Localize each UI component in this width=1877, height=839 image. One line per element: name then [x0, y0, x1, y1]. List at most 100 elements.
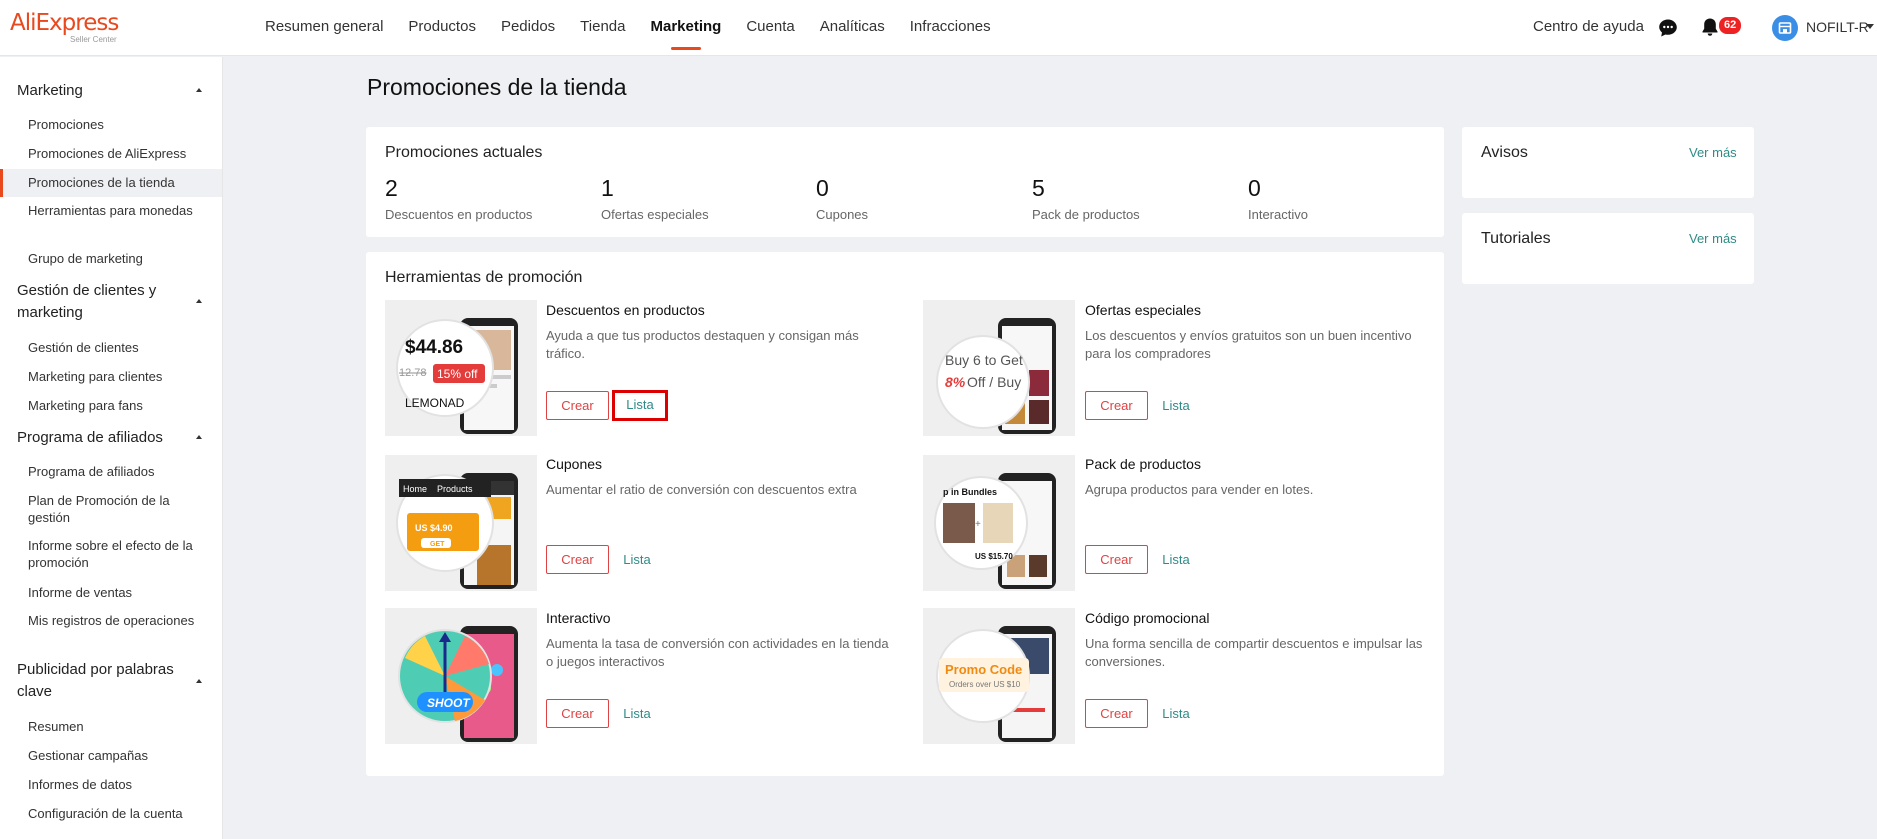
- stat-value: 0: [1248, 175, 1261, 201]
- tool-title-interactivo: Interactivo: [546, 610, 611, 626]
- tutorials-see-more-link[interactable]: Ver más: [1689, 231, 1737, 246]
- nav-tienda[interactable]: Tienda: [580, 0, 625, 56]
- sidebar-item-marketing-clientes[interactable]: Marketing para clientes: [28, 368, 198, 385]
- stat-label: Cupones: [816, 207, 869, 222]
- sidebar-item-configuracion-cuenta[interactable]: Configuración de la cuenta: [28, 805, 198, 822]
- list-interactivo-button[interactable]: Lista: [609, 699, 665, 728]
- list-ofertas-button[interactable]: Lista: [1148, 391, 1204, 420]
- sidebar-item-informe-efecto[interactable]: Informe sobre el efecto de la promoción: [28, 537, 198, 571]
- discount-percent-text: 15% off: [437, 367, 478, 381]
- logo-subtitle: Seller Center: [70, 35, 117, 44]
- tool-title-pack: Pack de productos: [1085, 456, 1201, 472]
- stat-label: Interactivo: [1248, 207, 1308, 222]
- offer-percent-text: 8%: [945, 374, 966, 390]
- list-pack-button[interactable]: Lista: [1148, 545, 1204, 574]
- collapse-caret-icon[interactable]: [196, 88, 202, 92]
- tool-title-descuentos: Descuentos en productos: [546, 302, 705, 318]
- create-cupones-button[interactable]: Crear: [546, 545, 609, 574]
- stat-value: 0: [816, 175, 829, 201]
- stat-value: 5: [1032, 175, 1045, 201]
- nav-marketing[interactable]: Marketing: [650, 0, 721, 56]
- sidebar: Marketing Promociones Promociones de Ali…: [0, 57, 223, 839]
- list-codigo-button[interactable]: Lista: [1148, 699, 1204, 728]
- store-avatar[interactable]: [1772, 15, 1798, 41]
- list-descuentos-button[interactable]: Lista: [612, 390, 668, 421]
- stat-label: Ofertas especiales: [601, 207, 709, 222]
- create-pack-button[interactable]: Crear: [1085, 545, 1148, 574]
- bundle-image: p in Bundles + US $15.70: [923, 455, 1075, 591]
- discount-price-text: $44.86: [405, 337, 463, 358]
- collapse-caret-icon[interactable]: [196, 299, 202, 303]
- sidebar-item-gestion-clientes[interactable]: Gestión de clientes: [28, 339, 198, 356]
- stat-label: Pack de productos: [1032, 207, 1140, 222]
- coupon-products-text: Products: [437, 484, 473, 494]
- interactive-image: SHOOT: [385, 608, 537, 744]
- coupons-image: Home Products US $4.90 GET: [385, 455, 537, 591]
- collapse-caret-icon[interactable]: [196, 679, 202, 683]
- notices-see-more-link[interactable]: Ver más: [1689, 145, 1737, 160]
- tool-desc-codigo: Una forma sencilla de compartir descuent…: [1085, 636, 1423, 669]
- tool-title-cupones: Cupones: [546, 456, 603, 472]
- sidebar-item-gestionar-campanas[interactable]: Gestionar campañas: [28, 747, 198, 764]
- discount-product-text: LEMONAD: [405, 396, 465, 410]
- sidebar-item-grupo-marketing[interactable]: Grupo de marketing: [28, 250, 198, 267]
- svg-text:+: +: [975, 519, 981, 530]
- promo-code-text: Promo Code: [945, 662, 1022, 677]
- sidebar-item-plan-promocion[interactable]: Plan de Promoción de la gestión: [28, 492, 198, 526]
- store-icon: [1778, 22, 1792, 34]
- sidebar-section-gestion-clientes[interactable]: Gestión de clientes y marketing: [17, 280, 187, 324]
- sidebar-section-marketing[interactable]: Marketing: [17, 80, 187, 102]
- nav-analiticas[interactable]: Analíticas: [820, 0, 885, 56]
- sidebar-item-informes-datos[interactable]: Informes de datos: [28, 776, 198, 793]
- notices-title: Avisos: [1481, 144, 1528, 161]
- sidebar-item-programa-afiliados[interactable]: Programa de afiliados: [28, 463, 198, 480]
- nav-pedidos[interactable]: Pedidos: [501, 0, 555, 56]
- collapse-caret-icon[interactable]: [196, 435, 202, 439]
- promo-code-image: Promo Code Orders over US $10: [923, 608, 1075, 744]
- notices-card: [1462, 127, 1754, 198]
- create-descuentos-button[interactable]: Crear: [546, 391, 609, 420]
- offer-off-text: Off / Buy: [967, 374, 1021, 390]
- bundle-price-text: US $15.70: [975, 552, 1013, 561]
- create-codigo-button[interactable]: Crear: [1085, 699, 1148, 728]
- notification-bell-icon[interactable]: [1699, 16, 1721, 38]
- nav-productos[interactable]: Productos: [408, 0, 476, 56]
- discount-promo-image: $44.86 12.78 15% off LEMONAD: [385, 300, 537, 436]
- create-ofertas-button[interactable]: Crear: [1085, 391, 1148, 420]
- sidebar-section-publicidad[interactable]: Publicidad por palabras clave: [17, 659, 187, 703]
- top-bar: AliExpress Seller Center Resumen general…: [0, 0, 1877, 56]
- logo-text: AliExpress: [10, 10, 119, 36]
- chevron-down-icon[interactable]: [1866, 24, 1874, 29]
- stat-label: Descuentos en productos: [385, 207, 533, 222]
- nav-resumen-general[interactable]: Resumen general: [265, 0, 383, 56]
- promotion-tools-title: Herramientas de promoción: [385, 269, 583, 286]
- sidebar-item-marketing-fans[interactable]: Marketing para fans: [28, 397, 198, 414]
- user-menu[interactable]: NOFILT-R: [1806, 0, 1869, 54]
- offer-buy-text: Buy 6 to Get: [945, 352, 1023, 368]
- sidebar-item-promociones-aliexpress[interactable]: Promociones de AliExpress: [28, 145, 198, 162]
- nav-infracciones[interactable]: Infracciones: [910, 0, 991, 56]
- tutorials-card: [1462, 213, 1754, 284]
- sidebar-item-promociones-tienda[interactable]: Promociones de la tienda: [0, 169, 222, 197]
- help-center-link[interactable]: Centro de ayuda: [1533, 0, 1644, 54]
- sidebar-section-afiliados[interactable]: Programa de afiliados: [17, 427, 187, 449]
- tutorials-title: Tutoriales: [1481, 230, 1551, 247]
- nav-cuenta[interactable]: Cuenta: [746, 0, 794, 56]
- sidebar-item-registros-operaciones[interactable]: Mis registros de operaciones: [28, 612, 198, 629]
- special-offers-image: Buy 6 to Get 8% Off / Buy: [923, 300, 1075, 436]
- create-interactivo-button[interactable]: Crear: [546, 699, 609, 728]
- sidebar-item-promociones[interactable]: Promociones: [28, 116, 198, 133]
- tool-desc-cupones: Aumentar el ratio de conversión con desc…: [546, 482, 857, 497]
- promo-code-condition-text: Orders over US $10: [949, 680, 1021, 689]
- sidebar-item-herramientas-monedas[interactable]: Herramientas para monedas: [28, 202, 198, 219]
- notification-count-badge: 62: [1719, 17, 1742, 34]
- sidebar-item-resumen[interactable]: Resumen: [28, 718, 198, 735]
- tool-title-ofertas: Ofertas especiales: [1085, 302, 1201, 318]
- sidebar-item-informe-ventas[interactable]: Informe de ventas: [28, 584, 198, 601]
- coupon-home-text: Home: [403, 484, 427, 494]
- chat-icon[interactable]: [1658, 18, 1678, 38]
- tool-desc-ofertas: Los descuentos y envíos gratuitos son un…: [1085, 328, 1412, 361]
- aliexpress-logo[interactable]: AliExpress Seller Center: [10, 10, 130, 46]
- list-cupones-button[interactable]: Lista: [609, 545, 665, 574]
- tool-desc-descuentos: Ayuda a que tus productos destaquen y co…: [546, 328, 859, 361]
